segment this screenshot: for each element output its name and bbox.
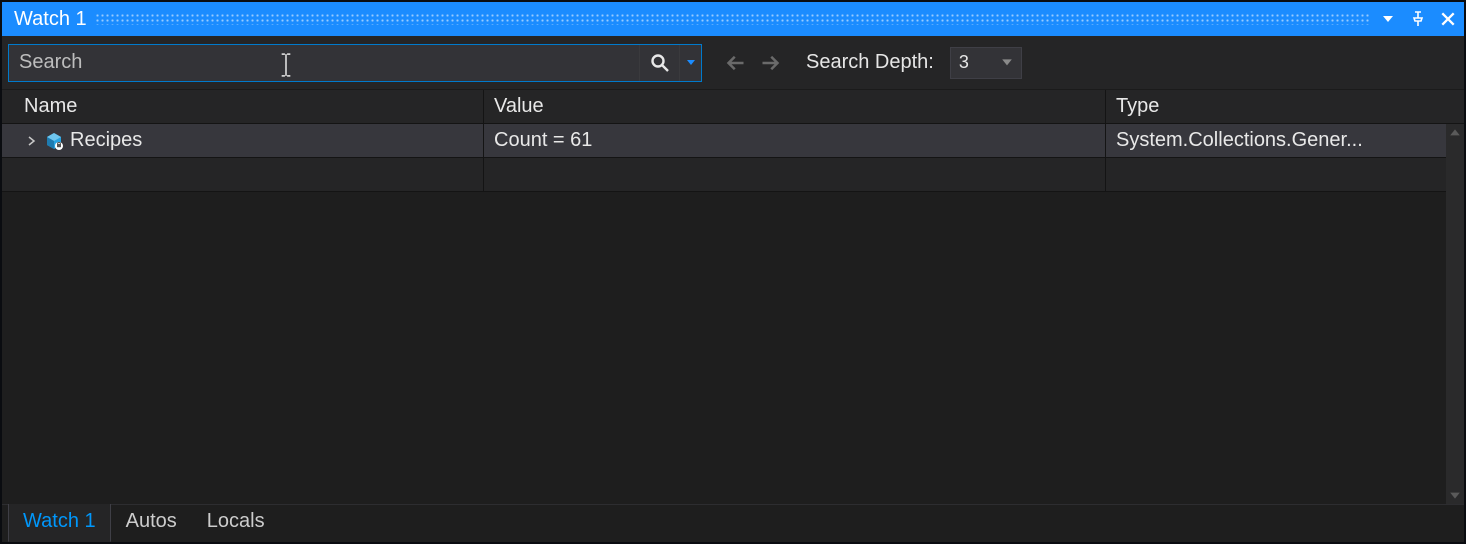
search-options-dropdown[interactable] <box>679 45 701 81</box>
toolbar: Search Depth: 3 <box>2 36 1464 90</box>
search-depth-select[interactable]: 3 <box>950 47 1022 79</box>
close-icon[interactable] <box>1438 9 1458 29</box>
object-icon <box>44 131 64 151</box>
cell-type: System.Collections.Gener... <box>1106 124 1464 158</box>
scroll-up-icon[interactable] <box>1448 126 1462 140</box>
cell-name-empty[interactable] <box>2 158 484 192</box>
row-name: Recipes <box>70 129 142 152</box>
table-row[interactable]: Recipes Count = 61 System.Collections.Ge… <box>2 124 1464 158</box>
cell-value: Count = 61 <box>484 124 1106 158</box>
column-header-name[interactable]: Name <box>2 90 484 123</box>
tab-watch1[interactable]: Watch 1 <box>8 503 111 542</box>
scroll-down-icon[interactable] <box>1448 488 1462 502</box>
row-type: System.Collections.Gener... <box>1116 129 1363 152</box>
window-title: Watch 1 <box>14 8 87 31</box>
bottom-tabstrip: Watch 1 Autos Locals <box>2 504 1464 542</box>
prev-result-button[interactable] <box>722 49 750 77</box>
tab-autos[interactable]: Autos <box>111 503 192 542</box>
search-depth-value: 3 <box>959 52 969 73</box>
table-row-empty[interactable] <box>2 158 1464 192</box>
pin-icon[interactable] <box>1408 9 1428 29</box>
search-depth-label: Search Depth: <box>806 51 934 74</box>
search-icon[interactable] <box>639 45 679 81</box>
cell-type-empty <box>1106 158 1464 192</box>
cell-name: Recipes <box>2 124 484 158</box>
titlebar-grip[interactable] <box>95 13 1370 25</box>
tab-locals[interactable]: Locals <box>192 503 280 542</box>
cell-value-empty <box>484 158 1106 192</box>
column-header-type[interactable]: Type <box>1106 90 1464 123</box>
column-header-value[interactable]: Value <box>484 90 1106 123</box>
grid-header: Name Value Type <box>2 90 1464 124</box>
titlebar-controls <box>1378 9 1458 29</box>
vertical-scrollbar[interactable] <box>1446 124 1464 504</box>
next-result-button[interactable] <box>756 49 784 77</box>
search-box <box>8 44 702 82</box>
watch-grid: Name Value Type <box>2 90 1464 504</box>
grid-body: Recipes Count = 61 System.Collections.Ge… <box>2 124 1464 504</box>
search-nav <box>722 49 784 77</box>
window-options-dropdown[interactable] <box>1378 9 1398 29</box>
titlebar: Watch 1 <box>2 2 1464 36</box>
watch-window: Watch 1 <box>0 0 1466 544</box>
search-input[interactable] <box>9 45 639 81</box>
expand-icon[interactable] <box>24 134 38 148</box>
row-value: Count = 61 <box>494 129 592 152</box>
